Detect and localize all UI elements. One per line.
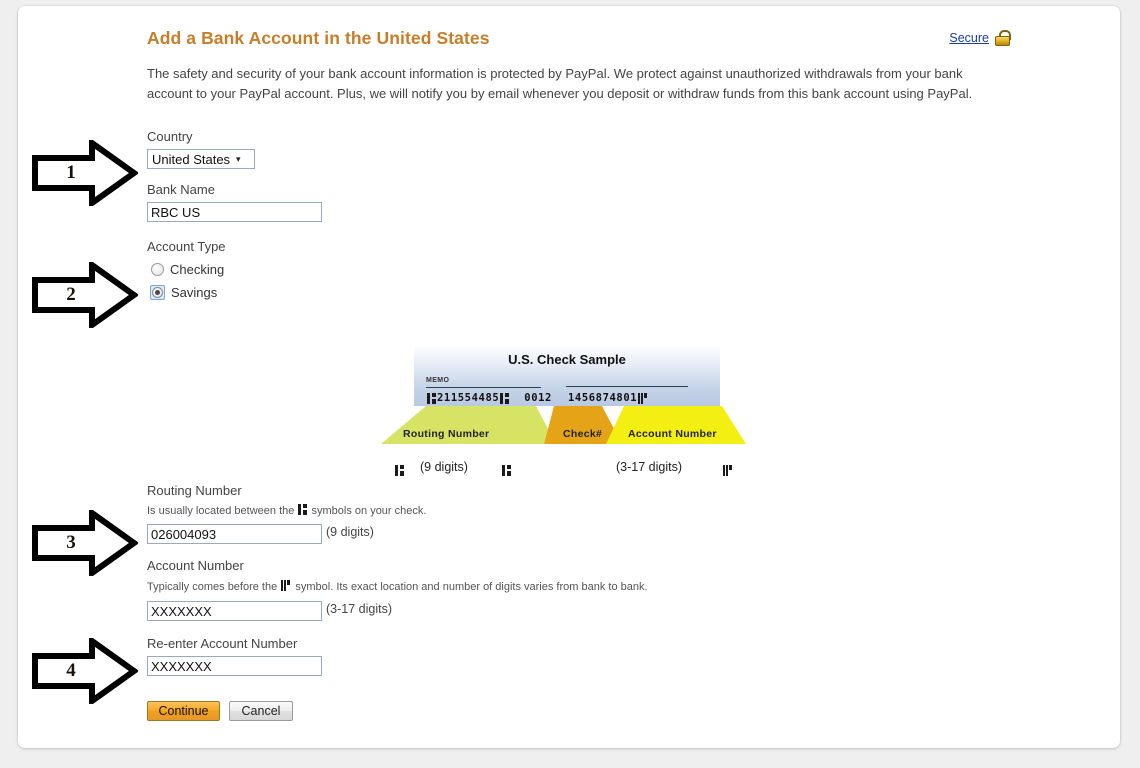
account-type-label: Account Type — [147, 239, 226, 254]
check-memo-line — [426, 387, 541, 388]
micr-transit-icon — [500, 392, 510, 404]
routing-number-input[interactable] — [147, 524, 322, 544]
routing-number-suffix: (9 digits) — [326, 525, 374, 539]
country-select-value: United States — [152, 151, 231, 167]
annotation-arrow-4-number: 4 — [66, 660, 76, 681]
account-number-input[interactable] — [147, 601, 322, 621]
zone-check-number-label: Check# — [563, 428, 603, 440]
check-micr-line: 211554485 0012 1456874801 — [426, 392, 716, 404]
padlock-icon — [995, 30, 1011, 46]
micr-onus-icon — [281, 580, 291, 591]
micr-onus-icon — [638, 392, 648, 404]
zone-account-number: Account Number — [606, 406, 746, 444]
radio-savings[interactable]: Savings — [150, 285, 217, 300]
account-number-hint: Typically comes before the symbol. Its e… — [147, 580, 648, 593]
cancel-button[interactable]: Cancel — [229, 701, 293, 721]
zone-routing-number-label: Routing Number — [403, 428, 490, 440]
micr-transit-icon — [501, 462, 512, 480]
reenter-account-number-label: Re-enter Account Number — [147, 636, 298, 651]
check-memo-label: MEMO — [426, 377, 450, 384]
annotation-arrow-3-number: 3 — [66, 532, 76, 553]
micr-onus-icon — [722, 462, 734, 480]
annotation-arrow-1-number: 1 — [66, 162, 76, 183]
account-hint-after: symbol. Its exact location and number of… — [295, 581, 648, 593]
country-select[interactable]: United States ▾ — [147, 149, 255, 169]
radio-checking[interactable]: Checking — [151, 262, 224, 277]
secure-badge: Secure — [949, 30, 1011, 46]
account-number-label: Account Number — [147, 558, 244, 573]
check-body: U.S. Check Sample MEMO 211554485 0012 14… — [414, 344, 720, 406]
page-title: Add a Bank Account in the United States — [147, 28, 490, 48]
annotation-arrow-1: 1 — [30, 137, 140, 209]
secure-link[interactable]: Secure — [949, 31, 989, 45]
annotation-arrow-2: 2 — [30, 259, 140, 331]
content-card: Add a Bank Account in the United States … — [18, 6, 1120, 748]
check-sample-image: U.S. Check Sample MEMO 211554485 0012 14… — [381, 344, 746, 482]
continue-button[interactable]: Continue — [147, 701, 220, 721]
routing-hint-after: symbols on your check. — [311, 505, 427, 517]
micr-check-number: 0012 — [524, 392, 552, 404]
zone-account-number-label: Account Number — [628, 428, 717, 440]
radio-savings-label: Savings — [171, 285, 218, 300]
micr-transit-icon — [394, 462, 405, 480]
radio-checking-icon[interactable] — [151, 263, 164, 276]
screenshot-root: Add a Bank Account in the United States … — [0, 0, 1140, 768]
zone-routing-number: Routing Number — [381, 406, 556, 444]
radio-savings-icon[interactable] — [150, 285, 165, 300]
check-sample-title: U.S. Check Sample — [508, 352, 626, 367]
chevron-down-icon: ▾ — [236, 153, 241, 164]
country-label: Country — [147, 129, 193, 144]
zone-routing-digits-note: (9 digits) — [420, 460, 468, 474]
bank-name-label: Bank Name — [147, 182, 215, 197]
annotation-arrow-3: 3 — [30, 507, 140, 579]
routing-number-label: Routing Number — [147, 483, 242, 498]
routing-hint-before: Is usually located between the — [147, 505, 295, 517]
radio-checking-label: Checking — [170, 262, 225, 277]
routing-number-hint: Is usually located between the symbols o… — [147, 504, 426, 517]
annotation-arrow-2-number: 2 — [66, 284, 76, 305]
micr-transit-icon — [427, 392, 436, 404]
micr-routing-digits: 211554485 — [437, 392, 500, 404]
micr-account-digits: 1456874801 — [567, 392, 638, 404]
account-number-suffix: (3-17 digits) — [326, 602, 392, 616]
check-signature-line — [566, 386, 688, 387]
annotation-arrow-4: 4 — [30, 635, 140, 707]
account-hint-before: Typically comes before the — [147, 581, 278, 593]
micr-transit-icon — [298, 504, 308, 515]
reenter-account-number-input[interactable] — [147, 656, 322, 676]
zone-account-digits-note: (3-17 digits) — [616, 460, 682, 474]
bank-name-input[interactable] — [147, 202, 322, 222]
intro-paragraph: The safety and security of your bank acc… — [147, 66, 973, 101]
